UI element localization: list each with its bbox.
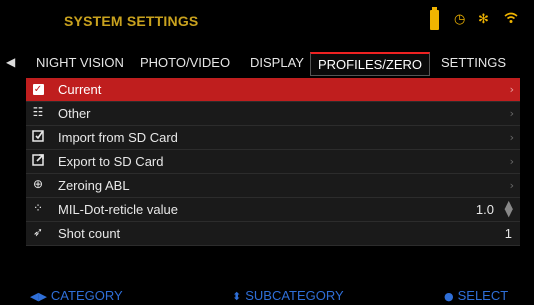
check-icon: ✓ (32, 84, 44, 95)
battery-icon (430, 7, 439, 30)
list-item-export[interactable]: Export to SD Card › (26, 150, 520, 174)
list-icon: ☷ (32, 105, 44, 119)
chevron-right-icon: › (509, 107, 514, 120)
shot-count-icon: ➶ (32, 225, 44, 239)
page-title: SYSTEM SETTINGS (64, 13, 199, 29)
wifi-icon-svg (504, 12, 518, 23)
mil-dot-value: 1.0 (475, 202, 494, 217)
shot-count-value: 1 (504, 226, 512, 241)
chevron-right-icon: › (509, 83, 514, 96)
tab-night-vision[interactable]: NIGHT VISION (36, 55, 124, 70)
hint-select-label: SELECT (457, 288, 509, 303)
list-item-zeroing-abl[interactable]: ⊕ Zeroing ABL › (26, 174, 520, 198)
list-item-label: Current (58, 82, 102, 97)
hint-subcategory-label: SUBCATEGORY (245, 288, 344, 303)
tab-profiles-zero[interactable]: PROFILES/ZERO (310, 52, 431, 76)
chevron-right-icon: › (509, 131, 514, 144)
tab-photo-video[interactable]: PHOTO/VIDEO (140, 55, 230, 70)
footer-hints: ◀▶ CATEGORY ⬍ SUBCATEGORY ● SELECT (0, 288, 534, 305)
tab-bar: ◀ NIGHT VISION PHOTO/VIDEO DISPLAY PROFI… (0, 52, 534, 76)
list-item-label: Import from SD Card (58, 130, 178, 145)
list-item-label: Shot count (58, 226, 121, 241)
list-item-label: MIL-Dot-reticle value (58, 202, 178, 217)
left-right-arrows-icon: ◀▶ (30, 290, 47, 303)
export-icon-svg (31, 154, 44, 166)
hint-category: ◀▶ CATEGORY (30, 288, 123, 303)
list-item-current[interactable]: ✓ Current › (26, 78, 520, 102)
chevron-right-icon: › (509, 179, 514, 192)
reticle-icon: ⁘ (32, 201, 44, 215)
list-item-label: Zeroing ABL (58, 178, 130, 193)
up-down-arrows-icon: ⬍ (232, 290, 242, 303)
back-arrow-icon[interactable]: ◀ (6, 55, 15, 69)
import-icon (31, 129, 45, 143)
settings-list: ✓ Current › ☷ Other › Import from SD Car… (26, 78, 520, 246)
import-icon-svg (31, 130, 44, 142)
header: SYSTEM SETTINGS ◷ ✻ (0, 0, 534, 44)
up-down-icon[interactable]: ▲ ▼ (505, 199, 513, 218)
list-item-label: Other (58, 106, 91, 121)
list-item-shot-count[interactable]: ➶ Shot count 1 (26, 222, 520, 246)
hint-subcategory: ⬍ SUBCATEGORY (232, 288, 344, 303)
list-item-other[interactable]: ☷ Other › (26, 102, 520, 126)
select-dot-icon: ● (444, 290, 454, 303)
chevron-right-icon: › (509, 155, 514, 168)
tab-display[interactable]: DISPLAY (250, 55, 304, 70)
list-item-label: Export to SD Card (58, 154, 164, 169)
list-item-import[interactable]: Import from SD Card › (26, 126, 520, 150)
tab-settings[interactable]: SETTINGS (441, 55, 506, 70)
timer-icon: ◷ (454, 12, 466, 27)
status-icons: ◷ ✻ (414, 7, 534, 32)
hint-select: ● SELECT (444, 288, 508, 303)
bluetooth-icon: ✻ (478, 12, 489, 27)
export-icon (31, 153, 45, 167)
zeroing-icon: ⊕ (32, 177, 44, 191)
wifi-icon (504, 12, 518, 28)
list-item-mil-dot[interactable]: ⁘ MIL-Dot-reticle value 1.0 ▲ ▼ (26, 198, 520, 222)
hint-category-label: CATEGORY (50, 288, 123, 303)
